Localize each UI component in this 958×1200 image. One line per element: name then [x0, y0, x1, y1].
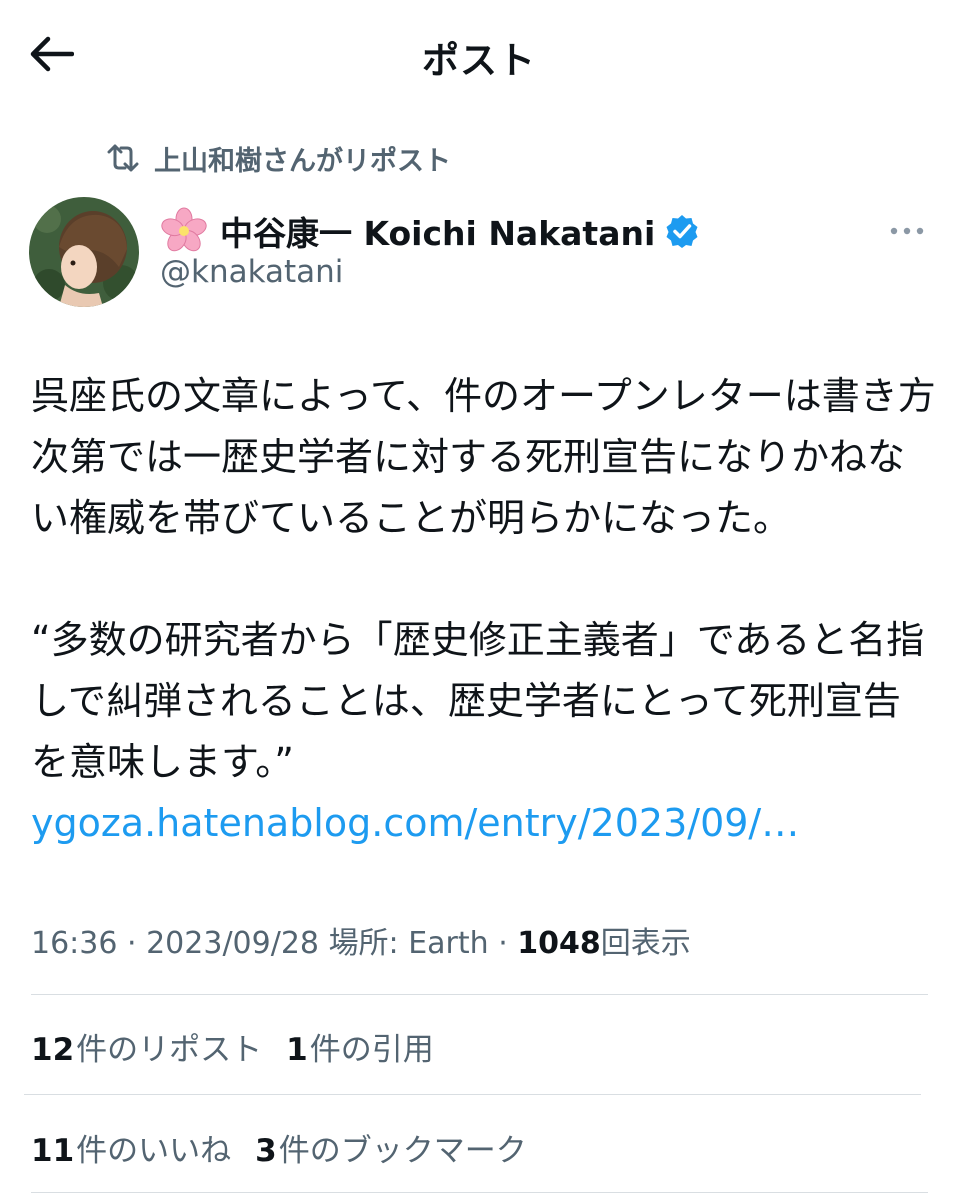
likes-stat[interactable]: 11件のいいね	[31, 1125, 231, 1170]
avatar-image	[29, 197, 139, 307]
tweet-meta: 16:36 · 2023/09/28 場所: Earth · 1048回表示	[31, 918, 691, 962]
repost-icon	[107, 144, 139, 172]
divider	[31, 1192, 928, 1193]
tweet-link[interactable]: ygoza.hatenablog.com/entry/2023/09/…	[31, 801, 799, 845]
bookmarks-stat[interactable]: 3件のブックマーク	[255, 1125, 527, 1170]
author-name-row[interactable]: 中谷康一 Koichi Nakatani	[160, 206, 699, 256]
author-handle[interactable]: @knakatani	[160, 254, 343, 290]
tweet-location: 場所: Earth	[328, 926, 489, 961]
divider	[31, 994, 928, 995]
more-options-button[interactable]	[884, 214, 930, 248]
avatar[interactable]	[29, 197, 139, 307]
divider	[24, 1094, 921, 1095]
views-label: 回表示	[600, 926, 691, 961]
views-count: 1048	[517, 926, 601, 961]
tweet-paragraph-2: “多数の研究者から「歴史修正主義者」であると名指しで糾弾されることは、歴史学者に…	[31, 610, 936, 854]
top-bar: ポスト	[0, 0, 958, 110]
author-display-name: 中谷康一 Koichi Nakatani	[220, 214, 656, 253]
reposts-stat[interactable]: 12件のリポスト	[31, 1024, 262, 1069]
meta-separator: ·	[127, 926, 147, 961]
more-dots-icon	[890, 227, 924, 235]
reposts-count: 12	[31, 1032, 75, 1068]
tweet-quote-text: “多数の研究者から「歴史修正主義者」であると名指しで糾弾されることは、歴史学者に…	[31, 618, 925, 784]
tweet-date[interactable]: 2023/09/28	[146, 926, 319, 961]
bookmarks-label: 件のブックマーク	[278, 1133, 527, 1169]
tweet-paragraph-1: 呉座氏の文章によって、件のオープンレターは書き方次第では一歴史学者に対する死刑宣…	[31, 374, 936, 540]
tweet-time[interactable]: 16:36	[31, 926, 117, 961]
stats-row-reposts: 12件のリポスト 1件の引用	[31, 1024, 458, 1069]
bookmarks-count: 3	[255, 1133, 277, 1169]
repost-indicator[interactable]: 上山和樹さんがリポスト	[106, 140, 451, 177]
cherry-blossom-icon	[161, 207, 207, 252]
reposts-label: 件のリポスト	[76, 1032, 263, 1068]
verified-badge-icon	[666, 215, 698, 248]
likes-count: 11	[31, 1133, 75, 1169]
tweet-text: 呉座氏の文章によって、件のオープンレターは書き方次第では一歴史学者に対する死刑宣…	[31, 366, 936, 854]
quotes-count: 1	[286, 1032, 308, 1068]
page-title: ポスト	[422, 39, 536, 82]
quotes-stat[interactable]: 1件の引用	[286, 1024, 434, 1069]
likes-label: 件のいいね	[76, 1133, 232, 1169]
quotes-label: 件の引用	[309, 1032, 434, 1068]
repost-label: 上山和樹さんがリポスト	[154, 145, 451, 177]
meta-separator: ·	[498, 926, 518, 961]
stats-row-likes: 11件のいいね 3件のブックマーク	[31, 1125, 551, 1170]
